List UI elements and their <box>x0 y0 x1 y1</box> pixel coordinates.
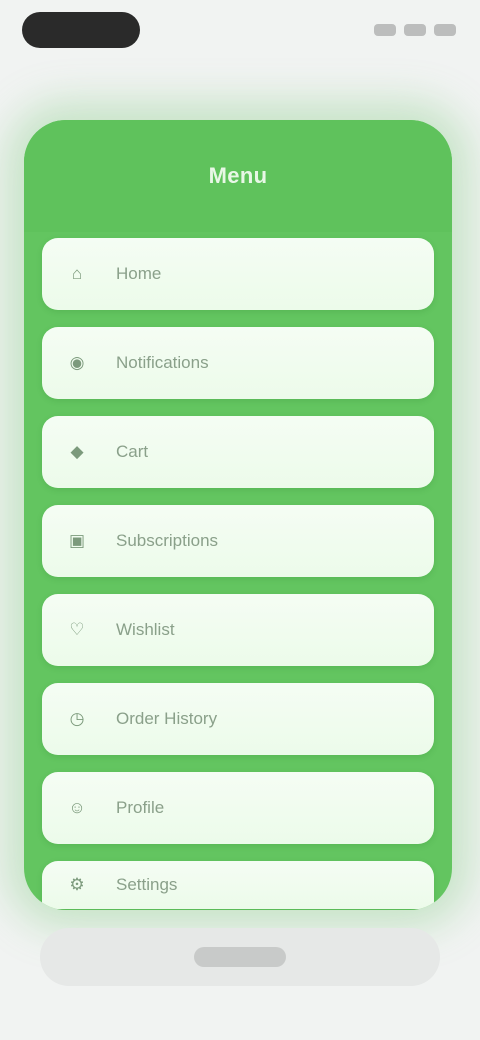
menu-item-label: Cart <box>116 442 149 461</box>
menu-item-label: Home <box>116 264 162 283</box>
menu-item-order-history[interactable]: ◷ Order History <box>42 683 434 755</box>
card-title: Menu <box>208 163 268 188</box>
time-pill <box>22 12 140 48</box>
menu-item-label: Settings <box>116 875 178 894</box>
list-icon: ▣ <box>68 531 86 550</box>
menu-item-label: Profile <box>116 798 165 817</box>
bottom-bar <box>40 928 440 986</box>
menu-item-cart[interactable]: ◆ Cart <box>42 416 434 488</box>
menu-item-label: Subscriptions <box>116 531 219 550</box>
menu-item-label: Order History <box>116 709 218 728</box>
menu-item-home[interactable]: ⌂ Home <box>42 238 434 310</box>
menu-item-wishlist[interactable]: ♡ Wishlist <box>42 594 434 666</box>
cart-icon: ◆ <box>70 442 84 461</box>
user-icon: ☺ <box>68 798 86 817</box>
clock-icon: ◷ <box>69 709 85 728</box>
heart-icon: ♡ <box>69 620 85 639</box>
gear-icon: ⚙ <box>69 875 85 894</box>
battery-icon <box>434 24 456 36</box>
wifi-icon <box>404 24 426 36</box>
menu-list: ⌂ Home ◉ Notifications ◆ Cart ▣ Subscriptions ♡ W… <box>42 238 434 909</box>
bell-icon: ◉ <box>69 353 85 372</box>
menu-item-label: Notifications <box>116 353 209 372</box>
status-bar <box>0 0 480 60</box>
menu-card: Menu ⌂ Home ◉ Notifications ◆ Cart ▣ Subscripti… <box>24 120 452 910</box>
home-icon: ⌂ <box>71 264 83 283</box>
signal-icon <box>374 24 396 36</box>
card-header: Menu <box>24 120 452 232</box>
menu-item-subscriptions[interactable]: ▣ Subscriptions <box>42 505 434 577</box>
menu-item-label: Wishlist <box>116 620 175 639</box>
menu-item-notifications[interactable]: ◉ Notifications <box>42 327 434 399</box>
menu-item-profile[interactable]: ☺ Profile <box>42 772 434 844</box>
menu-item-settings[interactable]: ⚙ Settings <box>42 861 434 909</box>
status-indicators <box>356 20 456 40</box>
home-indicator[interactable] <box>194 947 286 967</box>
